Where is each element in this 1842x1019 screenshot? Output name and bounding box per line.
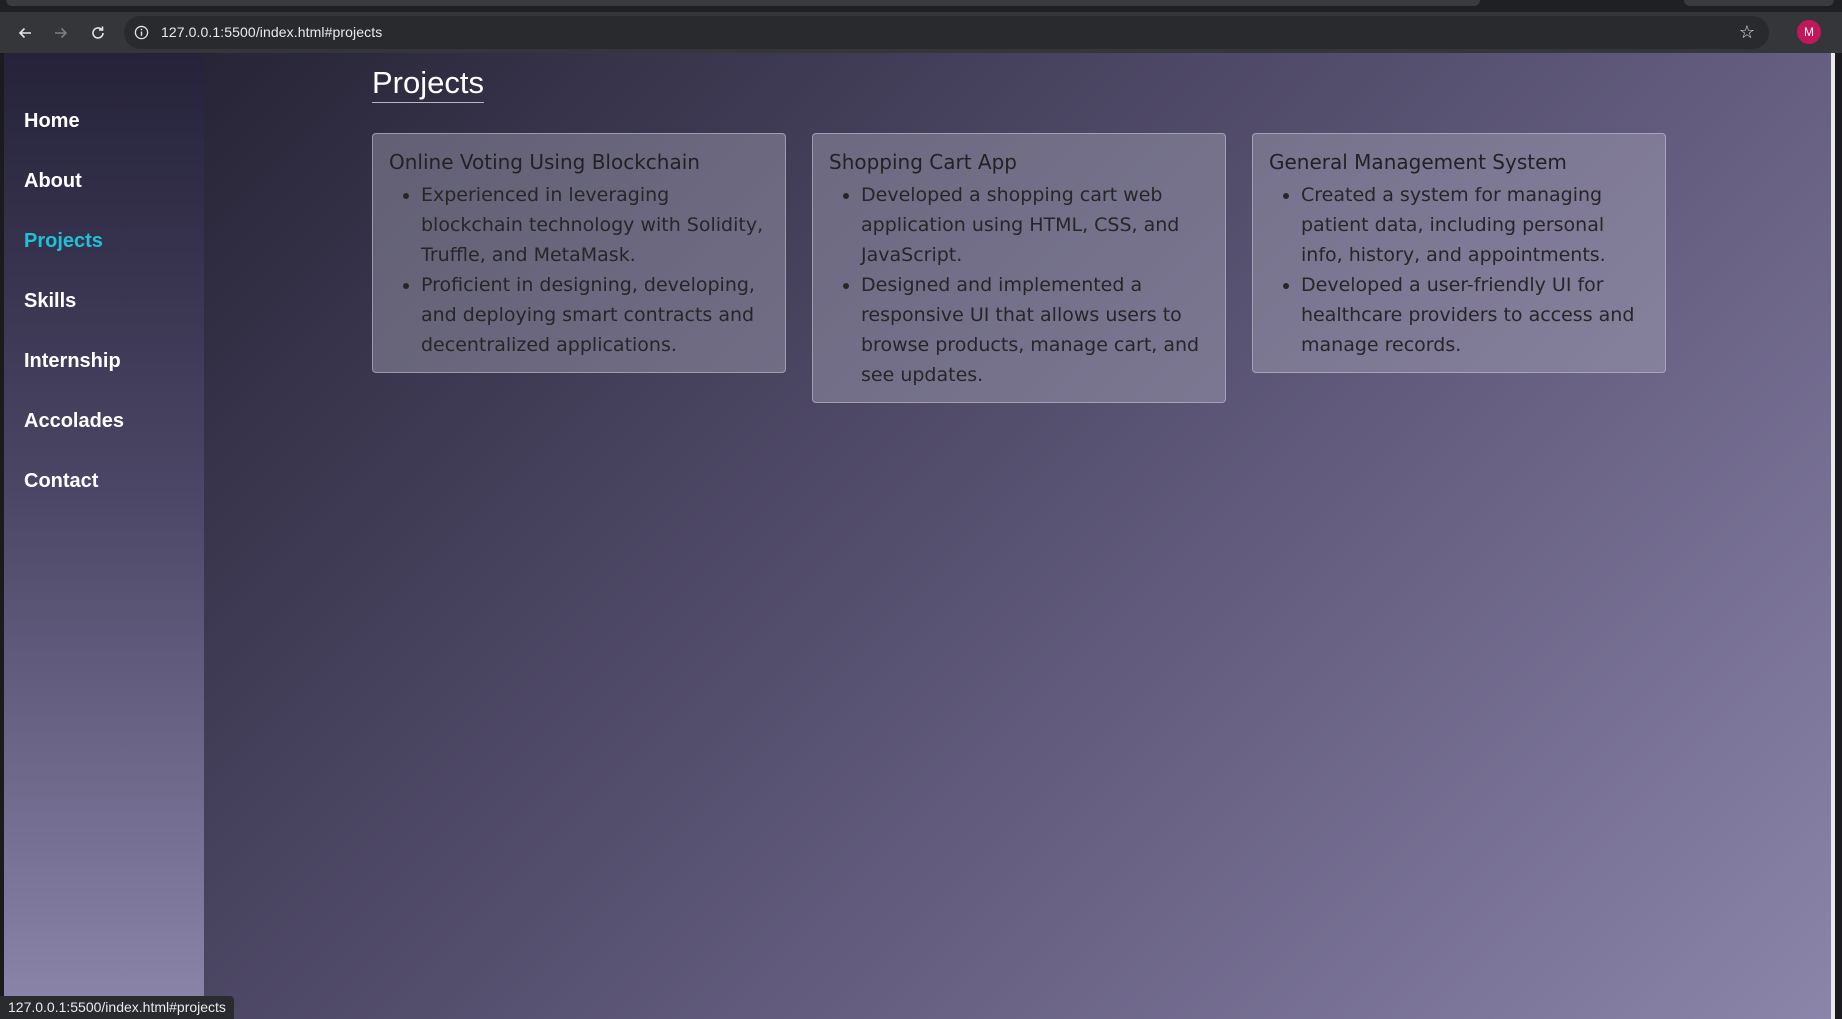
project-title: Online Voting Using Blockchain — [389, 150, 700, 174]
sidebar-item-home[interactable]: Home — [24, 110, 80, 133]
list-item: Experienced in leveraging blockchain tec… — [421, 180, 769, 270]
vertical-scrollbar[interactable] — [1831, 53, 1835, 1019]
project-points: Developed a shopping cart web applicatio… — [829, 180, 1209, 390]
project-title: Shopping Cart App — [829, 150, 1017, 174]
list-item: Created a system for managing patient da… — [1301, 180, 1649, 270]
list-item: Developed a shopping cart web applicatio… — [861, 180, 1209, 270]
sidebar-item-contact[interactable]: Contact — [24, 470, 98, 493]
forward-button[interactable] — [48, 20, 74, 46]
reload-icon — [92, 26, 104, 39]
page-viewport: Home About Projects Skills Internship Ac… — [4, 53, 1835, 1019]
profile-avatar[interactable]: M — [1797, 20, 1821, 44]
active-tab[interactable] — [6, 0, 1480, 6]
url-text[interactable]: 127.0.0.1:5500/index.html#projects — [161, 24, 382, 40]
tab-strip — [0, 0, 1842, 12]
sidebar-item-about[interactable]: About — [24, 170, 82, 193]
list-item: Designed and implemented a responsive UI… — [861, 270, 1209, 390]
list-item: Developed a user-friendly UI for healthc… — [1301, 270, 1649, 360]
inactive-tab[interactable] — [1684, 0, 1834, 6]
sidebar-item-internship[interactable]: Internship — [24, 350, 121, 373]
reload-button[interactable] — [85, 20, 111, 46]
project-title: General Management System — [1269, 150, 1567, 174]
project-points: Created a system for managing patient da… — [1269, 180, 1649, 360]
sidebar-nav: Home About Projects Skills Internship Ac… — [4, 53, 204, 1019]
back-button[interactable] — [12, 20, 38, 46]
status-bar-url: 127.0.0.1:5500/index.html#projects — [0, 996, 234, 1019]
sidebar-item-skills[interactable]: Skills — [24, 290, 76, 313]
address-bar[interactable]: 127.0.0.1:5500/index.html#projects ☆ — [124, 16, 1769, 49]
arrow-left-icon — [18, 27, 31, 39]
project-card: Online Voting Using Blockchain Experienc… — [372, 133, 786, 373]
sidebar-item-projects[interactable]: Projects — [24, 230, 103, 253]
list-item: Proficient in designing, developing, and… — [421, 270, 769, 360]
project-points: Experienced in leveraging blockchain tec… — [389, 180, 769, 360]
browser-toolbar: 127.0.0.1:5500/index.html#projects ☆ M — [0, 12, 1842, 53]
site-info-icon[interactable] — [132, 23, 151, 42]
sidebar-item-accolades[interactable]: Accolades — [24, 410, 124, 433]
arrow-right-icon — [55, 27, 68, 39]
bookmark-star-icon[interactable]: ☆ — [1739, 22, 1755, 43]
project-card: Shopping Cart App Developed a shopping c… — [812, 133, 1226, 403]
project-card: General Management System Created a syst… — [1252, 133, 1666, 373]
page-title: Projects — [372, 65, 484, 103]
